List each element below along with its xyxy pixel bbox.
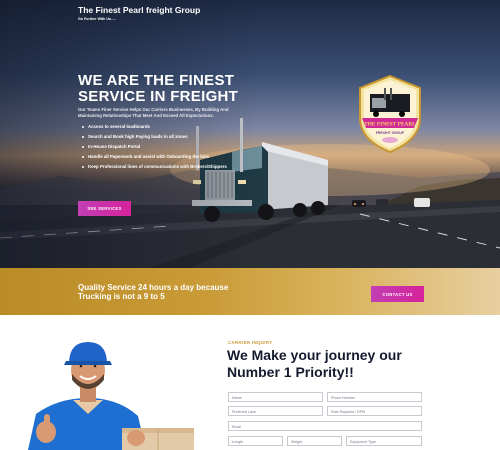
name-placeholder: Name (232, 395, 242, 400)
page: The Finest Pearl freight Group Go Furthe… (0, 0, 500, 450)
brand-tagline: Go Further With Us..... (78, 17, 116, 21)
svg-text:THE FINEST PEARL: THE FINEST PEARL (364, 122, 416, 128)
logo-truck-icon: THE FINEST PEARL FREIGHT GROUP (359, 74, 421, 154)
preferred-lane-placeholder: Preferred Lane (232, 409, 256, 414)
see-services-button[interactable]: SEE SERVICES (78, 201, 131, 216)
hero-intro: Our Teams Finer Service Helps Our Carrie… (78, 107, 229, 118)
company-logo: THE FINEST PEARL FREIGHT GROUP (354, 74, 426, 154)
hero-bullet: Search and Book high Paying loads in all… (82, 134, 262, 140)
hero-bullet: Access to several loadboards (82, 124, 262, 130)
email-field[interactable]: Email (228, 421, 422, 431)
hero-bullet-list: Access to several loadboards Search and … (82, 124, 262, 174)
name-field[interactable]: Name (228, 392, 323, 402)
weight-field[interactable]: Weight (287, 436, 342, 446)
carrier-inquiry-label: CARRIER INQUIRY (228, 340, 273, 345)
equipment-type-field[interactable]: Equipment Type (346, 436, 422, 446)
inquiry-title: We Make your journey our Number 1 Priori… (227, 347, 402, 380)
quality-statement: Quality Service 24 hours a day because T… (78, 283, 229, 301)
rate-field[interactable]: Rate Required / RPM (327, 406, 422, 416)
rate-placeholder: Rate Required / RPM (331, 409, 366, 414)
contact-us-button[interactable]: CONTACT US (371, 286, 424, 302)
hero-section: The Finest Pearl freight Group Go Furthe… (0, 0, 500, 268)
phone-field[interactable]: Phone Number (327, 392, 422, 402)
brand-name[interactable]: The Finest Pearl freight Group (78, 5, 200, 15)
email-placeholder: Email (232, 424, 241, 429)
length-field[interactable]: Length (228, 436, 283, 446)
weight-placeholder: Weight (291, 439, 303, 444)
phone-placeholder: Phone Number (331, 395, 356, 400)
hero-bullet: Handle all Paperwork and assist with Onb… (82, 154, 262, 160)
preferred-lane-field[interactable]: Preferred Lane (228, 406, 323, 416)
hero-headline: WE ARE THE FINEST SERVICE IN FREIGHT (78, 72, 239, 105)
driver-photo (28, 342, 194, 450)
svg-text:FREIGHT GROUP: FREIGHT GROUP (376, 131, 405, 135)
hero-bullet: Keep Professional lines of communication… (82, 164, 262, 170)
length-placeholder: Length (232, 439, 243, 444)
equipment-type-placeholder: Equipment Type (350, 439, 376, 444)
hero-bullet: In-House Dispatch Portal (82, 144, 262, 150)
